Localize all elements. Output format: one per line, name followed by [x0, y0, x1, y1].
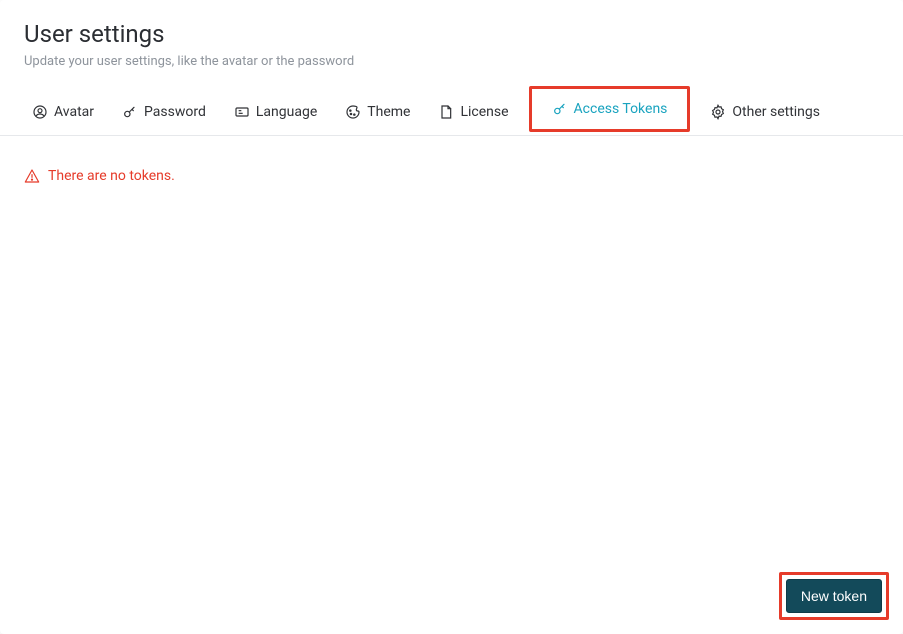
tab-label: License: [460, 104, 508, 120]
key-icon: [122, 104, 138, 120]
tab-label: Language: [256, 104, 317, 120]
tab-theme[interactable]: Theme: [331, 94, 424, 130]
tab-license[interactable]: License: [424, 94, 522, 130]
tab-bar: Avatar Password Language Theme License: [0, 81, 903, 136]
tab-password[interactable]: Password: [108, 94, 220, 130]
tab-label: Password: [144, 104, 206, 120]
tab-label: Access Tokens: [574, 101, 668, 117]
new-token-highlight: New token: [779, 572, 889, 620]
gear-icon: [710, 104, 726, 120]
new-token-button[interactable]: New token: [786, 579, 882, 613]
warning-text: There are no tokens.: [48, 168, 175, 184]
key-icon: [552, 101, 568, 117]
tab-content: There are no tokens.: [0, 136, 903, 634]
modal-header: User settings Update your user settings,…: [0, 0, 903, 81]
tab-avatar[interactable]: Avatar: [18, 94, 108, 130]
license-icon: [438, 104, 454, 120]
user-settings-modal: User settings Update your user settings,…: [0, 0, 903, 634]
close-button[interactable]: [861, 28, 879, 46]
tab-other-settings[interactable]: Other settings: [696, 94, 834, 130]
theme-icon: [345, 104, 361, 120]
page-title: User settings: [24, 20, 879, 48]
empty-state-warning: There are no tokens.: [24, 168, 879, 184]
tab-label: Avatar: [54, 104, 94, 120]
warning-icon: [24, 168, 40, 184]
page-subtitle: Update your user settings, like the avat…: [24, 54, 879, 69]
avatar-icon: [32, 104, 48, 120]
tab-access-tokens[interactable]: Access Tokens: [529, 86, 691, 132]
tab-label: Other settings: [732, 104, 820, 120]
tab-label: Theme: [367, 104, 410, 120]
tab-language[interactable]: Language: [220, 94, 331, 130]
language-icon: [234, 104, 250, 120]
